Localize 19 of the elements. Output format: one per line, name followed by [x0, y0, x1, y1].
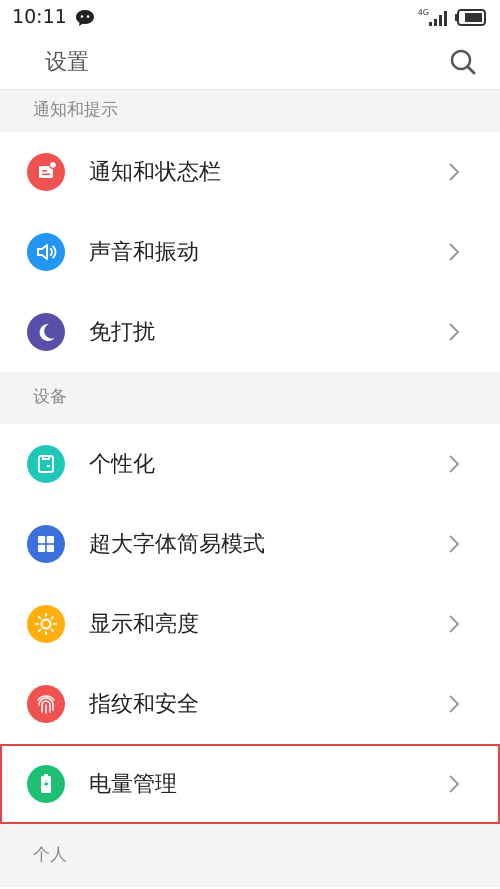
- chevron-icon: [448, 162, 460, 182]
- chevron-icon: [448, 694, 460, 714]
- chevron-icon: [448, 322, 460, 342]
- page-title: 设置: [45, 48, 89, 76]
- chevron-icon: [448, 774, 460, 794]
- section-header: 个人: [0, 824, 500, 887]
- search-button[interactable]: [450, 49, 476, 75]
- chevron-icon: [448, 614, 460, 634]
- section-header: 设备: [0, 372, 500, 424]
- network-label: 4G: [418, 9, 429, 17]
- chevron-icon: [448, 242, 460, 262]
- section-header: 通知和提示: [0, 90, 500, 132]
- settings-row[interactable]: 电量管理: [0, 744, 500, 824]
- chevron-icon: [448, 534, 460, 554]
- chat-bubble-icon: [74, 8, 95, 27]
- battery-icon: [455, 9, 486, 26]
- status-time: 10:11: [12, 5, 67, 30]
- signal-icon: [429, 9, 447, 26]
- chevron-icon: [448, 454, 460, 474]
